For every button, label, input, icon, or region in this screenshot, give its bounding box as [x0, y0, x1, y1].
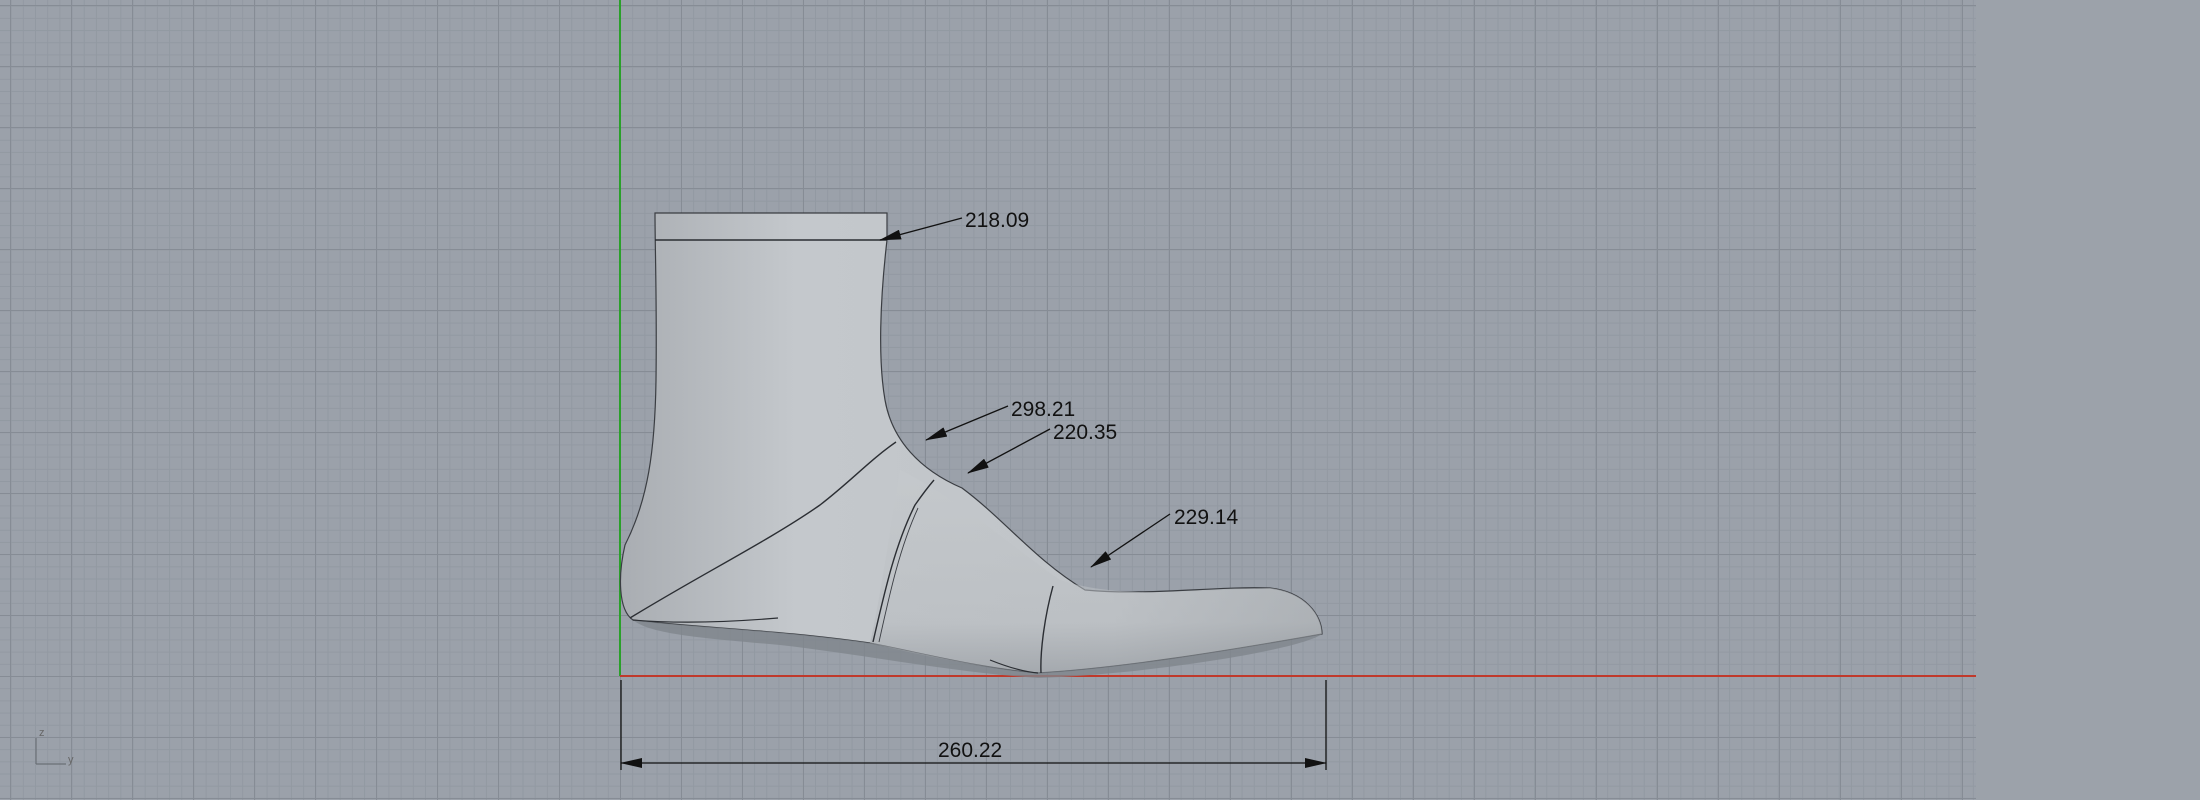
dimension-waist-girth[interactable]: 220.35	[967, 421, 1117, 474]
dim-label-ball-girth: 229.14	[1174, 506, 1239, 529]
axis-widget: z y	[35, 727, 74, 766]
dim-label-top-circumference: 218.09	[965, 209, 1029, 232]
dimension-length[interactable]: 260.22	[620, 680, 1327, 770]
axis-widget-y-label: y	[68, 754, 74, 766]
leader-top-circumference	[879, 217, 963, 241]
dim-label-instep-girth: 298.21	[1011, 398, 1075, 421]
foot-last-forefoot-shade	[870, 470, 1322, 673]
scene-canvas[interactable]: 218.09 298.21 220.35 229.14 260.22 z y	[0, 0, 2200, 800]
dim-label-length: 260.22	[938, 739, 1002, 762]
leader-instep-girth	[925, 405, 1009, 441]
foot-last-model[interactable]	[619, 212, 1323, 678]
dim-label-waist-girth: 220.35	[1053, 421, 1117, 444]
leader-ball-girth	[1090, 513, 1171, 568]
dimension-top-circumference[interactable]: 218.09	[879, 209, 1029, 241]
dimension-ball-girth[interactable]: 229.14	[1090, 506, 1239, 568]
axis-widget-z-label: z	[39, 727, 45, 739]
leader-waist-girth	[967, 428, 1051, 474]
